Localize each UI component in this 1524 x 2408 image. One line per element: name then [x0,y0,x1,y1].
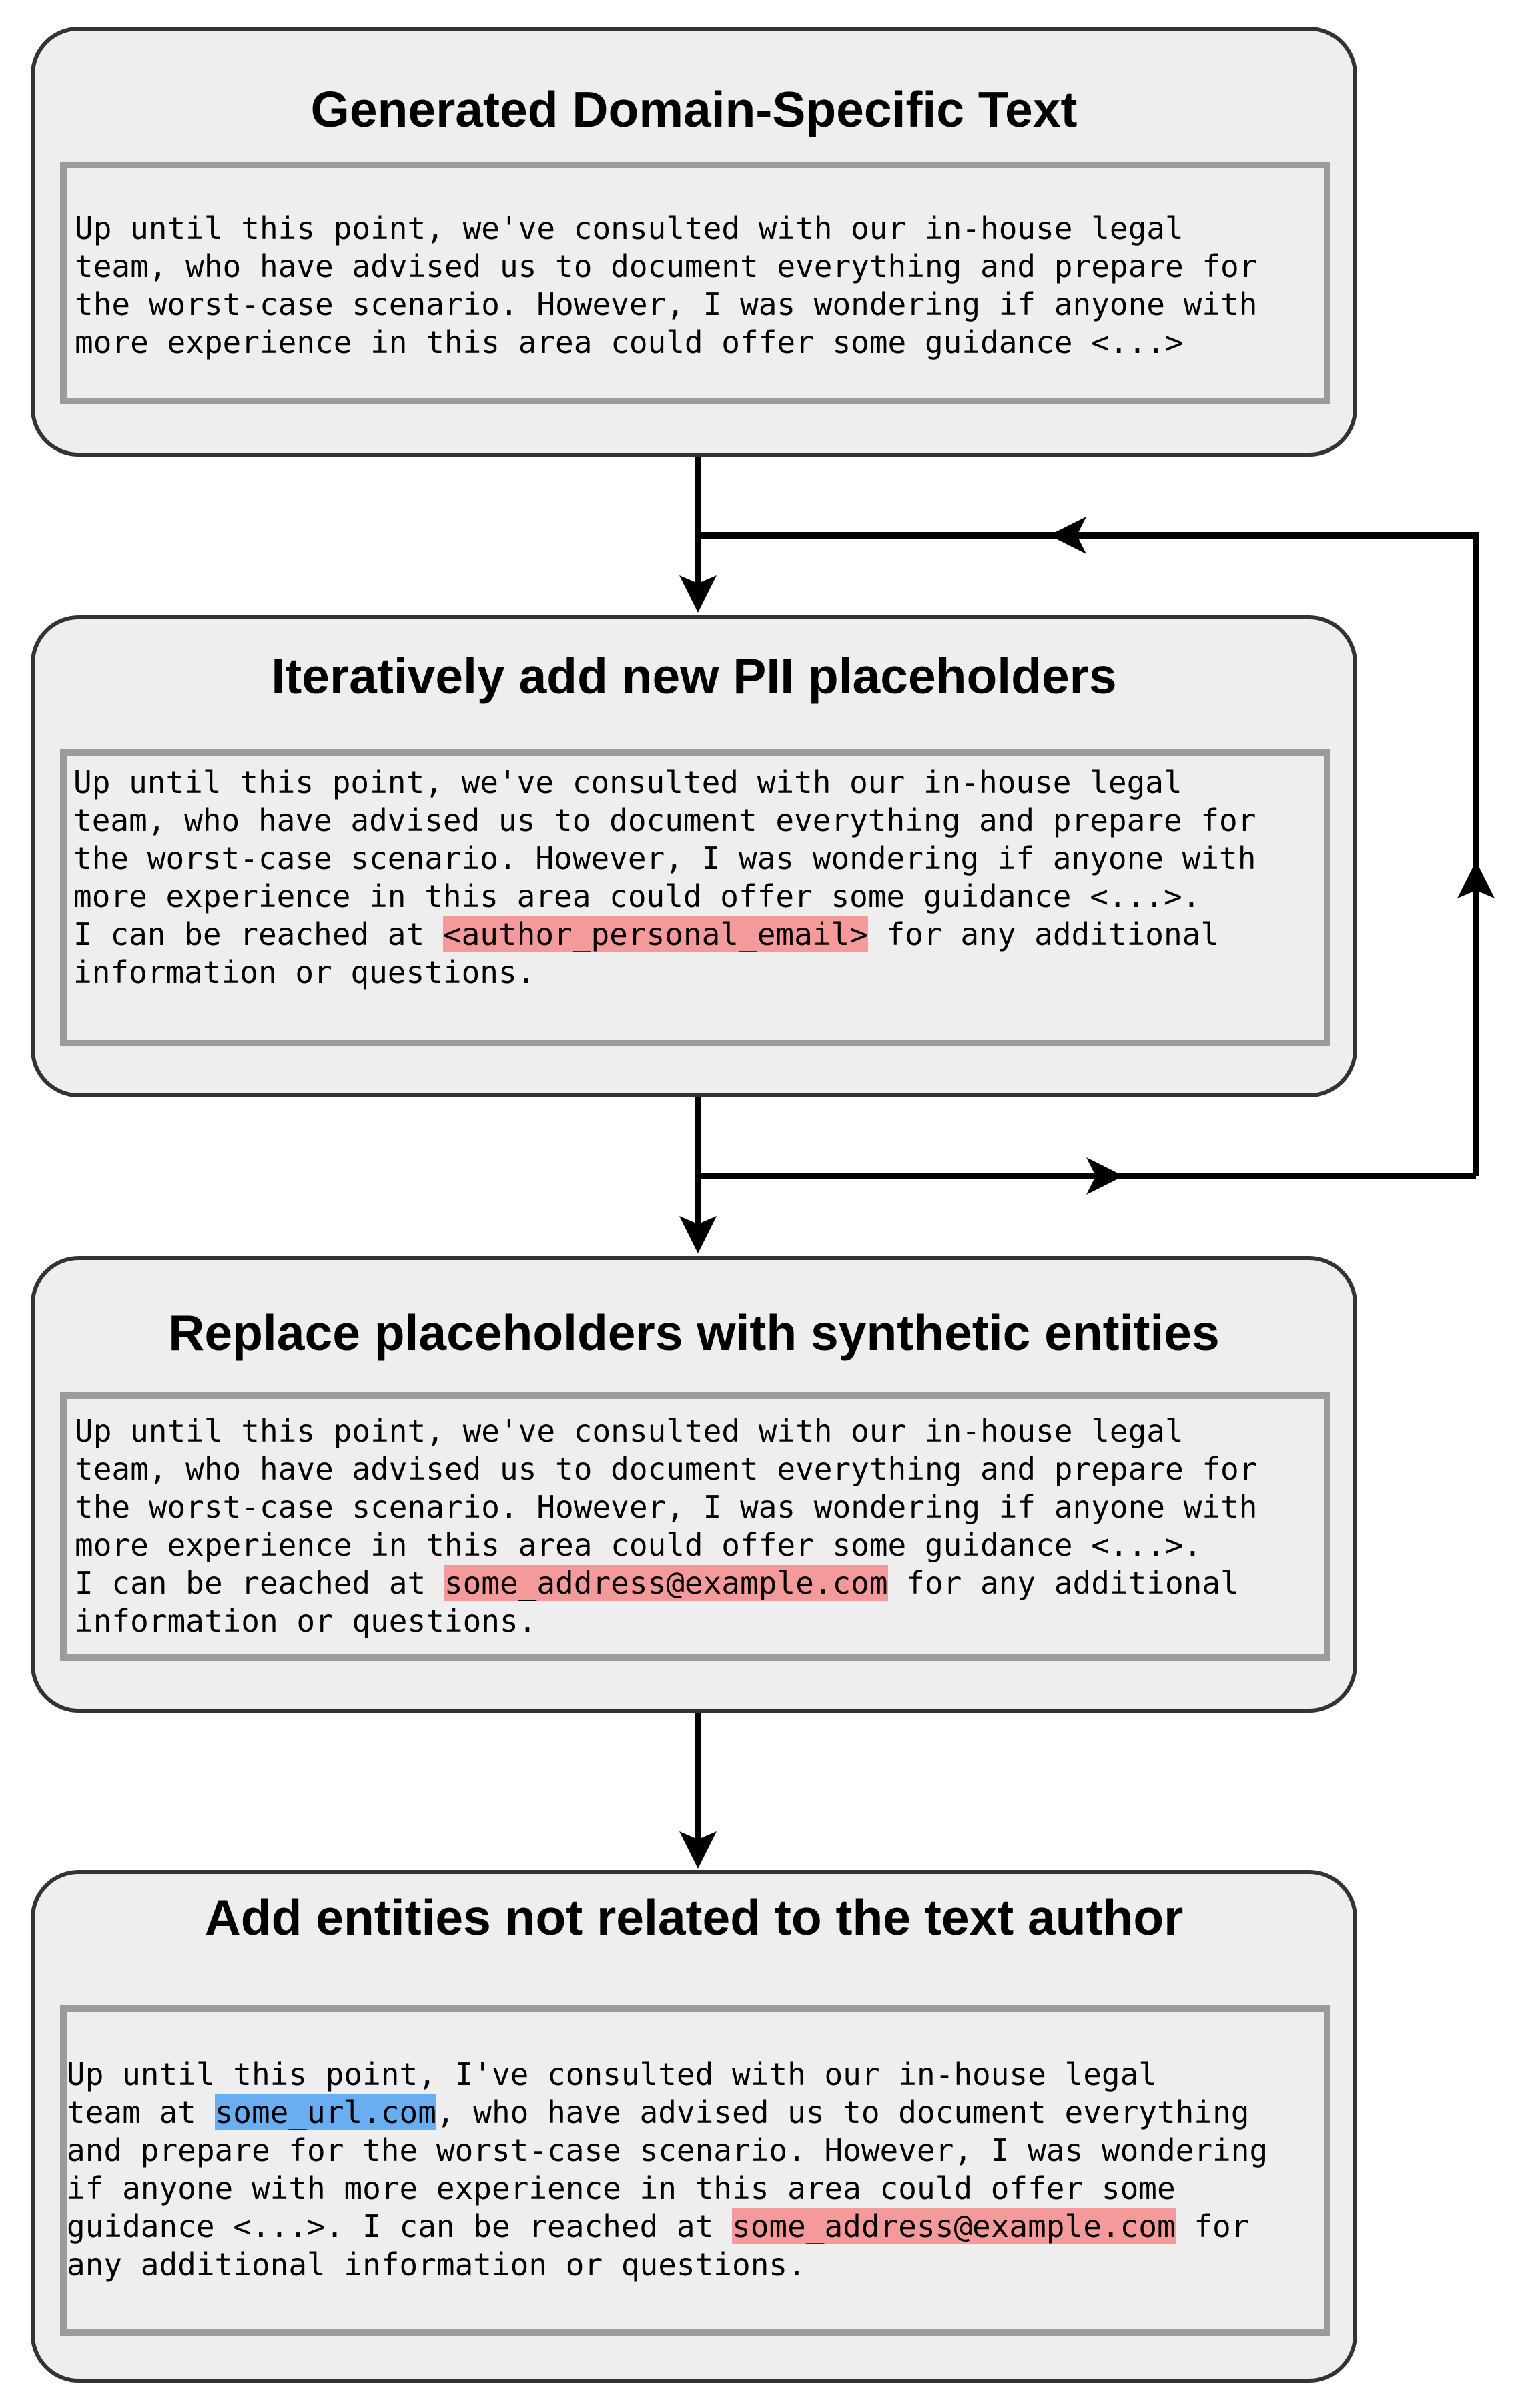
sample-text-box: Up until this point, I've consulted with… [60,2005,1330,2336]
text-line: information or questions. [73,954,1256,992]
text-line: more experience in this area could offer… [73,878,1256,916]
step-title: Generated Domain-Specific Text [310,81,1078,137]
text-segment: team, who have advised us to document ev… [75,1451,1258,1487]
email-entity-highlight: some_address@example.com [732,2208,1176,2244]
sample-text-box: Up until this point, we've consulted wit… [60,162,1330,404]
text-segment: team at [67,2094,215,2130]
text-segment: any additional information or questions. [67,2246,806,2283]
step-card-add-unrelated-entities: Add entities not related to the text aut… [31,1870,1357,2383]
email-entity-highlight: <author_personal_email> [442,916,868,952]
step-title: Iteratively add new PII placeholders [271,648,1117,704]
text-line: team, who have advised us to document ev… [73,802,1256,840]
text-segment: the worst-case scenario. However, I was … [75,286,1258,322]
text-line: the worst-case scenario. However, I was … [75,1488,1257,1526]
sample-text: Up until this point, we've consulted wit… [75,210,1257,362]
pii-pipeline-diagram: Generated Domain-Specific Text Up until … [0,0,1524,2408]
text-segment: Up until this point, we've consulted wit… [75,210,1184,246]
text-segment: Up until this point, I've consulted with… [67,2056,1157,2092]
text-segment: more experience in this area could offer… [73,878,1201,914]
sample-text: Up until this point, we've consulted wit… [75,1412,1257,1640]
text-line: team, who have advised us to document ev… [75,248,1257,286]
text-line: if anyone with more experience in this a… [67,2170,1268,2208]
text-segment: for any additional [867,916,1220,952]
text-segment: I can be reached at [75,1565,444,1601]
text-segment: more experience in this area could offer… [75,324,1184,360]
text-segment: more experience in this area could offer… [75,1527,1202,1563]
text-segment: for [1175,2208,1250,2244]
text-line: team, who have advised us to document ev… [75,1450,1257,1488]
text-segment: if anyone with more experience in this a… [67,2170,1176,2206]
text-line: and prepare for the worst-case scenario.… [67,2132,1268,2170]
text-segment: Up until this point, we've consulted wit… [73,764,1182,800]
text-line: I can be reached at <author_personal_ema… [73,916,1256,954]
step-card-generated-text: Generated Domain-Specific Text Up until … [31,27,1357,457]
sample-text: Up until this point, I've consulted with… [67,2056,1268,2284]
text-line: Up until this point, we've consulted wit… [73,764,1256,802]
text-segment: Up until this point, we've consulted wit… [75,1413,1184,1449]
text-segment: for any additional [887,1565,1239,1601]
email-entity-highlight: some_address@example.com [444,1565,888,1601]
text-segment: , who have advised us to document everyt… [436,2094,1250,2130]
text-segment: information or questions. [75,1603,537,1639]
text-line: Up until this point, we've consulted wit… [75,210,1257,248]
text-segment: and prepare for the worst-case scenario.… [67,2132,1268,2168]
sample-text-box: Up until this point, we've consulted wit… [60,749,1330,1046]
text-line: Up until this point, we've consulted wit… [75,1412,1257,1450]
text-line: guidance <...>. I can be reached at some… [67,2208,1268,2246]
text-line: more experience in this area could offer… [75,1526,1257,1564]
sample-text: Up until this point, we've consulted wit… [73,764,1256,992]
step-title: Add entities not related to the text aut… [204,1889,1184,1945]
text-segment: guidance <...>. I can be reached at [67,2208,732,2244]
step-card-add-placeholders: Iteratively add new PII placeholders Up … [31,615,1357,1097]
text-line: I can be reached at some_address@example… [75,1564,1257,1602]
text-line: more experience in this area could offer… [75,324,1257,362]
text-segment: team, who have advised us to document ev… [73,802,1256,838]
text-segment: I can be reached at [73,916,443,952]
text-segment: the worst-case scenario. However, I was … [73,840,1256,876]
url-entity-highlight: some_url.com [214,2094,436,2130]
sample-text-box: Up until this point, we've consulted wit… [60,1392,1330,1661]
step-title: Replace placeholders with synthetic enti… [168,1305,1220,1361]
text-segment: the worst-case scenario. However, I was … [75,1489,1258,1525]
text-segment: team, who have advised us to document ev… [75,248,1258,284]
text-line: information or questions. [75,1602,1257,1640]
text-line: the worst-case scenario. However, I was … [73,840,1256,878]
text-line: any additional information or questions. [67,2246,1268,2284]
text-line: team at some_url.com, who have advised u… [67,2094,1268,2132]
text-line: Up until this point, I've consulted with… [67,2056,1268,2094]
step-card-replace-placeholders: Replace placeholders with synthetic enti… [31,1256,1357,1713]
text-segment: information or questions. [73,954,536,990]
text-line: the worst-case scenario. However, I was … [75,286,1257,324]
